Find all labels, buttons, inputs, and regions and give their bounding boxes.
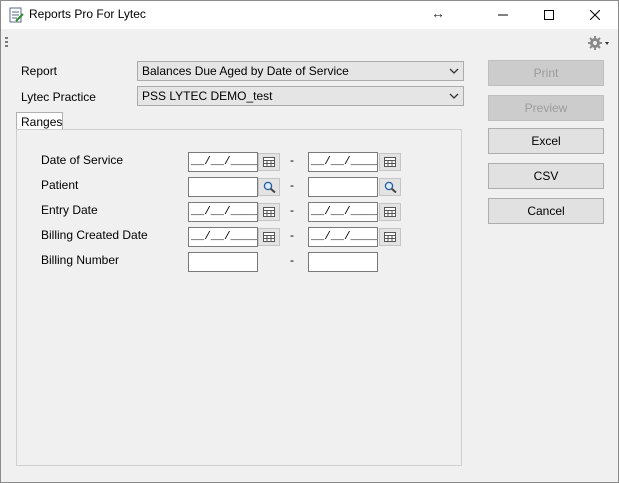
date-of-service-from-calendar-button[interactable] (258, 153, 280, 171)
practice-select[interactable]: PSS LYTEC DEMO_test (137, 86, 464, 106)
entry-date-to-calendar-button[interactable] (379, 203, 401, 221)
billing-created-date-to-input[interactable]: __/__/____ (308, 227, 378, 247)
billing-created-date-label: Billing Created Date (41, 228, 148, 242)
calendar-icon (384, 232, 396, 242)
chevron-down-icon (449, 93, 459, 99)
search-icon (263, 181, 276, 193)
entry-date-from-calendar-button[interactable] (258, 203, 280, 221)
close-button[interactable] (572, 1, 618, 29)
calendar-icon (384, 207, 396, 217)
gear-icon[interactable] (587, 35, 613, 51)
range-dash: - (290, 253, 294, 267)
cancel-button[interactable]: Cancel (488, 198, 604, 224)
range-dash: - (290, 228, 294, 242)
report-select[interactable]: Balances Due Aged by Date of Service (137, 61, 464, 81)
calendar-icon (263, 232, 275, 242)
patient-label: Patient (41, 178, 79, 192)
entry-date-label: Entry Date (41, 203, 98, 217)
billing-created-date-from-calendar-button[interactable] (258, 228, 280, 246)
date-of-service-to-calendar-button[interactable] (379, 153, 401, 171)
billing-number-label: Billing Number (41, 253, 120, 267)
calendar-icon (263, 207, 275, 217)
tool-strip (1, 30, 618, 56)
date-of-service-label: Date of Service (41, 153, 124, 167)
maximize-icon (544, 10, 554, 20)
calendar-icon (263, 157, 275, 167)
close-icon (590, 10, 600, 20)
patient-from-search-button[interactable] (258, 178, 280, 196)
tab-ranges[interactable]: Ranges (16, 112, 63, 130)
billing-number-to-input[interactable] (308, 252, 378, 272)
range-dash: - (290, 178, 294, 192)
report-select-value: Balances Due Aged by Date of Service (142, 64, 349, 78)
date-of-service-to-input[interactable]: __/__/____ (308, 152, 378, 172)
toolstrip-grip[interactable] (5, 37, 8, 49)
billing-created-date-to-calendar-button[interactable] (379, 228, 401, 246)
chevron-down-icon (449, 68, 459, 74)
billing-number-from-input[interactable] (188, 252, 258, 272)
print-button[interactable]: Print (488, 60, 604, 86)
practice-select-value: PSS LYTEC DEMO_test (142, 89, 273, 103)
patient-from-input[interactable] (188, 177, 258, 197)
csv-button[interactable]: CSV (488, 163, 604, 189)
entry-date-from-input[interactable]: __/__/____ (188, 202, 258, 222)
calendar-icon (384, 157, 396, 167)
report-app-icon (9, 7, 24, 23)
billing-created-date-from-input[interactable]: __/__/____ (188, 227, 258, 247)
minimize-button[interactable] (480, 1, 526, 29)
practice-label: Lytec Practice (21, 90, 96, 104)
excel-button[interactable]: Excel (488, 128, 604, 154)
patient-to-search-button[interactable] (379, 178, 401, 196)
report-label: Report (21, 64, 58, 78)
maximize-button[interactable] (526, 1, 572, 29)
range-dash: - (290, 153, 294, 167)
app-window: Reports Pro For Lytec ↔ Report Balances … (0, 0, 619, 483)
range-dash: - (290, 203, 294, 217)
entry-date-to-input[interactable]: __/__/____ (308, 202, 378, 222)
preview-button[interactable]: Preview (488, 95, 604, 121)
date-of-service-from-input[interactable]: __/__/____ (188, 152, 258, 172)
minimize-icon (498, 14, 508, 16)
window-title: Reports Pro For Lytec (29, 7, 146, 21)
title-bar[interactable]: Reports Pro For Lytec ↔ (1, 1, 618, 29)
patient-to-input[interactable] (308, 177, 378, 197)
search-icon (384, 181, 397, 193)
resize-arrows-icon: ↔ (431, 5, 445, 21)
